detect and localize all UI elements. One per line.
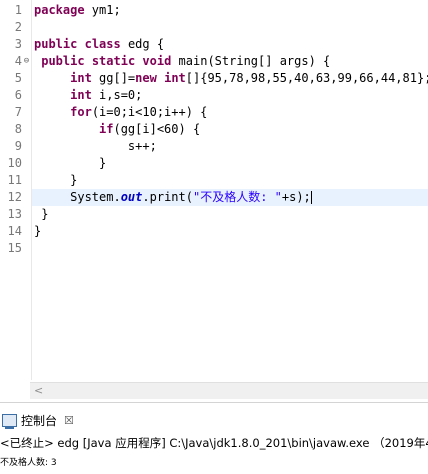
line-number-gutter: 1 2 3 4 5 6 7 8 9 10 11 12 13 14 15 ⊖ — [0, 0, 30, 380]
line-number: 6 — [14, 88, 22, 102]
console-panel-tabbar: 控制台 ☒ — [0, 402, 428, 433]
code-line[interactable]: for(i=0;i<10;i++) { — [34, 104, 207, 121]
code-line[interactable]: } — [34, 223, 41, 240]
code-token: (gg[i]<60) { — [113, 122, 201, 136]
code-token: out — [120, 190, 143, 204]
code-token: } — [34, 156, 107, 170]
console-output: 不及格人数: 3 — [0, 458, 57, 468]
code-token: gg[]= — [91, 71, 136, 85]
code-token: .print( — [142, 190, 193, 204]
code-token: ym1; — [84, 3, 121, 17]
line-number: 2 — [14, 20, 22, 34]
code-token: void — [142, 54, 172, 68]
code-line[interactable]: s++; — [34, 138, 157, 155]
code-token: int — [70, 88, 92, 102]
line-number: 13 — [7, 207, 22, 221]
line-number: 14 — [7, 224, 22, 238]
code-line[interactable]: public class edg { — [34, 36, 164, 53]
code-line[interactable]: } — [34, 206, 48, 223]
code-token: } — [34, 207, 49, 221]
line-number: 10 — [7, 156, 22, 170]
horizontal-scrollbar[interactable]: < — [30, 382, 428, 399]
code-token: package — [34, 3, 85, 17]
console-icon — [2, 413, 17, 429]
line-number: 11 — [7, 173, 22, 187]
code-line[interactable]: } — [34, 172, 77, 189]
code-line[interactable]: System.out.print("不及格人数: "+s); — [32, 189, 428, 206]
code-token: (i=0;i<10;i++) { — [91, 105, 208, 119]
code-token: "不及格人数: " — [192, 190, 282, 204]
code-line[interactable]: int i,s=0; — [34, 87, 142, 104]
code-token: static — [91, 54, 136, 68]
code-token: int — [70, 71, 92, 85]
code-token: edg { — [120, 37, 165, 51]
line-number: 3 — [14, 37, 22, 51]
line-number: 5 — [14, 71, 22, 85]
line-number: 1 — [14, 3, 22, 17]
console-status-line: <已终止> edg [Java 应用程序] C:\Java\jdk1.8.0_2… — [0, 436, 428, 450]
code-token: []{95,78,98,55,40,63,99,66,44,81}; — [185, 71, 428, 85]
code-token: main(String[] args) { — [171, 54, 331, 68]
code-token: +s); — [281, 190, 311, 204]
code-token: new — [135, 71, 157, 85]
code-token: } — [34, 224, 42, 238]
code-line[interactable]: public static void main(String[] args) { — [34, 53, 330, 70]
code-token: } — [34, 173, 78, 187]
code-token: for — [70, 105, 92, 119]
code-token: public — [34, 37, 78, 51]
scroll-left-icon[interactable]: < — [34, 384, 43, 397]
line-number: 9 — [14, 139, 22, 153]
line-number: 8 — [14, 122, 22, 136]
code-token: if — [99, 122, 114, 136]
line-number: 12 — [7, 190, 22, 204]
line-number: 4 — [14, 54, 22, 68]
tab-console-label: 控制台 — [21, 413, 58, 428]
code-token: int — [164, 71, 186, 85]
code-line[interactable]: if(gg[i]<60) { — [34, 121, 200, 138]
line-number: 15 — [7, 241, 22, 255]
code-token: System. — [34, 190, 121, 204]
close-icon[interactable]: ☒ — [64, 414, 74, 427]
code-editor[interactable]: 1 2 3 4 5 6 7 8 9 10 11 12 13 14 15 ⊖ package ym1; publi… — [0, 0, 428, 380]
tab-console[interactable]: 控制台 ☒ — [0, 409, 74, 431]
code-token: public — [41, 54, 85, 68]
code-line[interactable]: package ym1; — [34, 2, 121, 19]
code-token: i,s=0; — [91, 88, 143, 102]
line-number: 7 — [14, 105, 22, 119]
code-token: s++; — [34, 139, 157, 153]
code-token: class — [84, 37, 121, 51]
code-line[interactable]: } — [34, 155, 106, 172]
text-caret — [310, 191, 312, 204]
code-line[interactable]: int gg[]=new int[]{95,78,98,55,40,63,99,… — [34, 70, 428, 87]
fold-collapse-icon[interactable]: ⊖ — [22, 57, 31, 66]
